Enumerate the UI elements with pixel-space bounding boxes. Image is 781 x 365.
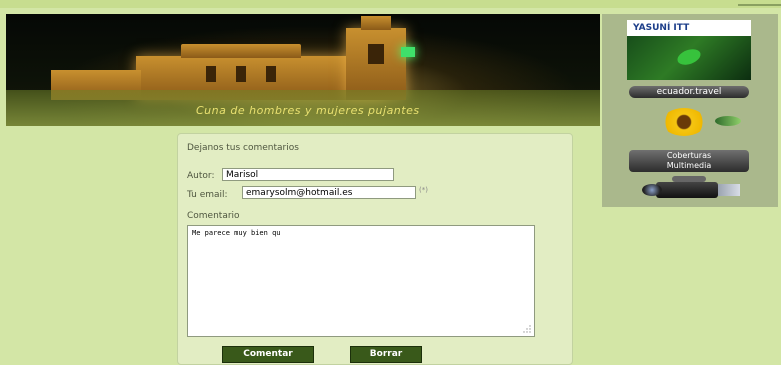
camera-body: [656, 182, 718, 198]
form-heading: Dejanos tus comentarios: [187, 143, 299, 153]
church-window: [206, 66, 216, 82]
church-tower-top: [361, 16, 391, 30]
coberturas-line2: Multimedia: [666, 161, 712, 170]
comment-textarea[interactable]: Me parece muy bien qu: [187, 225, 535, 337]
hummingbird-icon: [715, 116, 741, 126]
comment-form: Dejanos tus comentarios Autor: Tu email:…: [177, 133, 573, 365]
right-sidebar: YASUNÍ ITT ecuador.travel Coberturas Mul…: [602, 14, 778, 207]
frog-icon: [675, 46, 703, 68]
coberturas-multimedia-link[interactable]: Coberturas Multimedia: [629, 150, 749, 172]
resize-grip-icon[interactable]: [523, 325, 531, 333]
email-label: Tu email:: [187, 190, 228, 200]
author-label: Autor:: [187, 171, 215, 181]
borrar-button[interactable]: Borrar: [350, 346, 422, 363]
email-input[interactable]: [242, 186, 416, 199]
banner-tagline: Cuna de hombres y mujeres pujantes: [196, 104, 420, 117]
coberturas-line1: Coberturas: [666, 151, 712, 160]
tower-green-light: [401, 47, 415, 57]
comentar-button[interactable]: Comentar: [222, 346, 314, 363]
video-camera-icon[interactable]: [642, 174, 742, 204]
ecuador-travel-link[interactable]: ecuador.travel: [629, 86, 749, 98]
top-bar-line: [738, 4, 781, 6]
yasuni-logo: YASUNÍ ITT: [627, 20, 751, 36]
church-roof: [181, 44, 301, 58]
church-window: [368, 44, 384, 64]
church-window: [236, 66, 246, 82]
camera-lens: [642, 184, 662, 196]
comment-label: Comentario: [187, 211, 240, 221]
ecuador-travel-ad[interactable]: [637, 102, 747, 142]
camera-sleeve: [718, 184, 740, 196]
church-window: [266, 66, 276, 82]
sunflower-icon: [662, 108, 706, 136]
author-input[interactable]: [222, 168, 394, 181]
yasuni-ad-banner[interactable]: YASUNÍ ITT: [627, 20, 751, 80]
comment-text: Me parece muy bien qu: [192, 229, 281, 237]
email-required-mark: (*): [419, 186, 428, 194]
top-bar: [0, 0, 781, 8]
header-banner: Cuna de hombres y mujeres pujantes: [6, 14, 600, 126]
